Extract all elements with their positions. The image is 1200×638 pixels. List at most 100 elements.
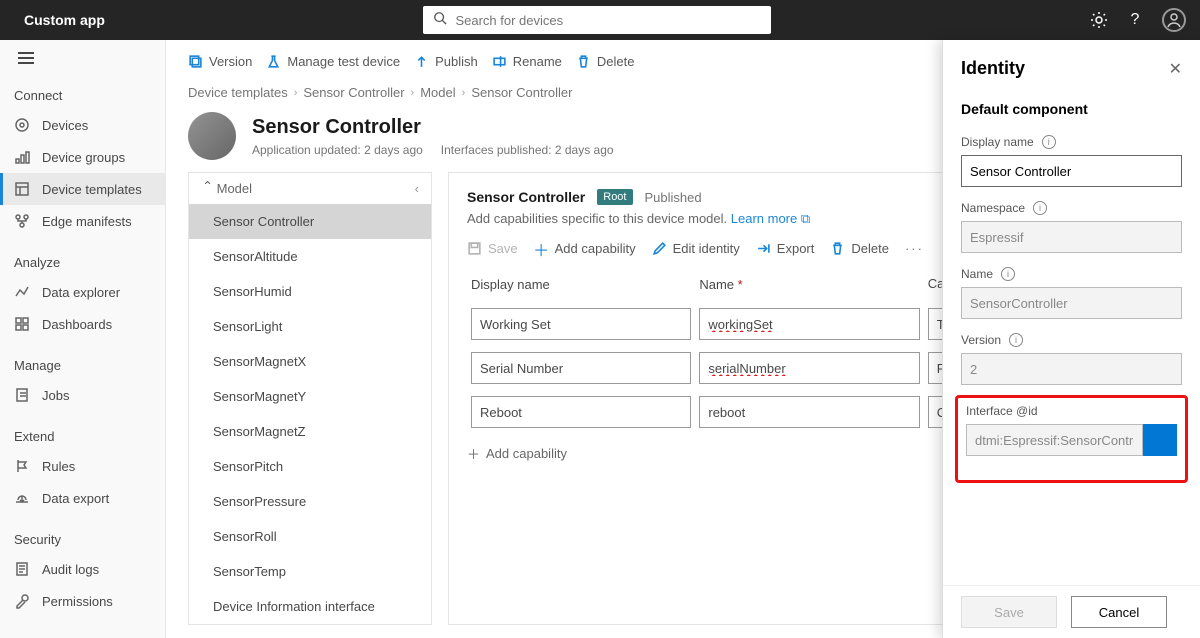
- sidebar-item-device-templates[interactable]: Device templates: [0, 173, 165, 205]
- permissions-icon: [14, 593, 30, 609]
- tree-item[interactable]: SensorMagnetY: [189, 379, 431, 414]
- tree-item[interactable]: SensorRoll: [189, 519, 431, 554]
- breadcrumb-item: Sensor Controller: [471, 85, 572, 100]
- cmd-label: Manage test device: [287, 54, 400, 69]
- name-input[interactable]: [699, 308, 919, 340]
- name-label: Name: [961, 267, 993, 281]
- publish-button[interactable]: Publish: [414, 54, 478, 69]
- name-input[interactable]: [699, 352, 919, 384]
- sidebar-item-data-explorer[interactable]: Data explorer: [0, 276, 165, 308]
- tree-item[interactable]: Device Information interface: [189, 589, 431, 624]
- sidebar-item-jobs[interactable]: Jobs: [0, 379, 165, 411]
- cmd-label: Version: [209, 54, 252, 69]
- info-icon[interactable]: i: [1033, 201, 1047, 215]
- name-input[interactable]: [699, 396, 919, 428]
- sidebar-item-device-groups[interactable]: Device groups: [0, 141, 165, 173]
- interface-name: Sensor Controller: [467, 189, 585, 205]
- device-templates-icon: [14, 181, 30, 197]
- sidebar-item-label: Device groups: [42, 150, 125, 165]
- template-avatar: [188, 112, 236, 160]
- tree-item[interactable]: SensorLight: [189, 309, 431, 344]
- tree-item[interactable]: SensorMagnetZ: [189, 414, 431, 449]
- sidebar-item-label: Devices: [42, 118, 88, 133]
- hamburger-icon[interactable]: [18, 52, 34, 64]
- model-tree-pane: ⌄ Model ‹ Sensor Controller SensorAltitu…: [188, 172, 432, 625]
- sidebar-item-data-export[interactable]: Data export: [0, 482, 165, 514]
- col-name: Name: [699, 277, 734, 292]
- sidebar-item-audit-logs[interactable]: Audit logs: [0, 553, 165, 585]
- breadcrumb-item[interactable]: Sensor Controller: [303, 85, 404, 100]
- interfaces-published-text: Interfaces published: 2 days ago: [441, 143, 614, 157]
- plus-icon: ＋: [467, 444, 480, 463]
- help-icon[interactable]: ?: [1126, 11, 1144, 29]
- display-name-input[interactable]: [471, 352, 691, 384]
- tree-item[interactable]: SensorPitch: [189, 449, 431, 484]
- detail-subtext: Add capabilities specific to this device…: [467, 211, 731, 226]
- sidebar-item-label: Dashboards: [42, 317, 112, 332]
- interface-id-input: [966, 424, 1143, 456]
- flyout-subtitle: Default component: [961, 101, 1182, 117]
- version-button[interactable]: Version: [188, 54, 252, 69]
- jobs-icon: [14, 387, 30, 403]
- app-updated-text: Application updated: 2 days ago: [252, 143, 423, 157]
- sidebar-item-label: Jobs: [42, 388, 69, 403]
- rename-button[interactable]: Rename: [492, 54, 562, 69]
- display-name-input[interactable]: [471, 396, 691, 428]
- sidebar-item-rules[interactable]: Rules: [0, 450, 165, 482]
- model-header[interactable]: ⌄ Model ‹: [189, 173, 431, 204]
- sb-heading-extend: Extend: [0, 423, 165, 450]
- export-icon: [756, 241, 771, 256]
- breadcrumb-item[interactable]: Model: [420, 85, 455, 100]
- tree-item[interactable]: Sensor Controller: [189, 204, 431, 239]
- cmd-label: Publish: [435, 54, 478, 69]
- sidebar-item-permissions[interactable]: Permissions: [0, 585, 165, 617]
- tree-item[interactable]: SensorTemp: [189, 554, 431, 589]
- info-icon[interactable]: i: [1009, 333, 1023, 347]
- more-icon[interactable]: ···: [905, 241, 924, 256]
- tree-item[interactable]: SensorMagnetX: [189, 344, 431, 379]
- data-export-icon: [14, 490, 30, 506]
- export-button[interactable]: Export: [756, 241, 815, 256]
- sidebar-item-dashboards[interactable]: Dashboards: [0, 308, 165, 340]
- cancel-button[interactable]: Cancel: [1071, 596, 1167, 628]
- sidebar-item-edge-manifests[interactable]: Edge manifests: [0, 205, 165, 237]
- info-icon[interactable]: i: [1001, 267, 1015, 281]
- sidebar: Connect Devices Device groups Device tem…: [0, 40, 166, 638]
- close-icon[interactable]: ✕: [1169, 59, 1182, 79]
- manage-test-device-button[interactable]: Manage test device: [266, 54, 400, 69]
- save-icon: [467, 241, 482, 256]
- cmd-label: Add capability: [555, 241, 636, 256]
- tree-item[interactable]: SensorHumid: [189, 274, 431, 309]
- chevron-left-icon[interactable]: ‹: [415, 181, 419, 196]
- info-icon[interactable]: i: [1042, 135, 1056, 149]
- copy-button[interactable]: [1143, 424, 1177, 456]
- sidebar-item-label: Data explorer: [42, 285, 120, 300]
- search-input[interactable]: [455, 13, 761, 28]
- avatar-icon[interactable]: [1162, 8, 1186, 32]
- tree-item[interactable]: SensorAltitude: [189, 239, 431, 274]
- delete-icon: [830, 241, 845, 256]
- edit-identity-button[interactable]: Edit identity: [652, 241, 740, 256]
- delete-capability-button[interactable]: Delete: [830, 241, 889, 256]
- gear-icon[interactable]: [1090, 11, 1108, 29]
- tree-item[interactable]: SensorPressure: [189, 484, 431, 519]
- add-capability-link[interactable]: ＋Add capability: [467, 444, 567, 463]
- display-name-input[interactable]: [471, 308, 691, 340]
- version-icon: [188, 54, 203, 69]
- add-capability-button[interactable]: ＋Add capability: [534, 241, 636, 256]
- cmd-label: Delete: [851, 241, 889, 256]
- search-box[interactable]: [423, 6, 771, 34]
- display-name-input[interactable]: [961, 155, 1182, 187]
- learn-more-link[interactable]: Learn more ⧉: [731, 211, 810, 226]
- sb-heading-security: Security: [0, 526, 165, 553]
- delete-button[interactable]: Delete: [576, 54, 635, 69]
- identity-flyout: Identity ✕ Default component Display nam…: [942, 40, 1200, 638]
- sb-heading-connect: Connect: [0, 82, 165, 109]
- topbar: Custom app ?: [0, 0, 1200, 40]
- rename-icon: [492, 54, 507, 69]
- devices-icon: [14, 117, 30, 133]
- search-icon: [433, 11, 455, 30]
- breadcrumb-item[interactable]: Device templates: [188, 85, 288, 100]
- sidebar-item-devices[interactable]: Devices: [0, 109, 165, 141]
- external-link-icon: ⧉: [801, 211, 810, 226]
